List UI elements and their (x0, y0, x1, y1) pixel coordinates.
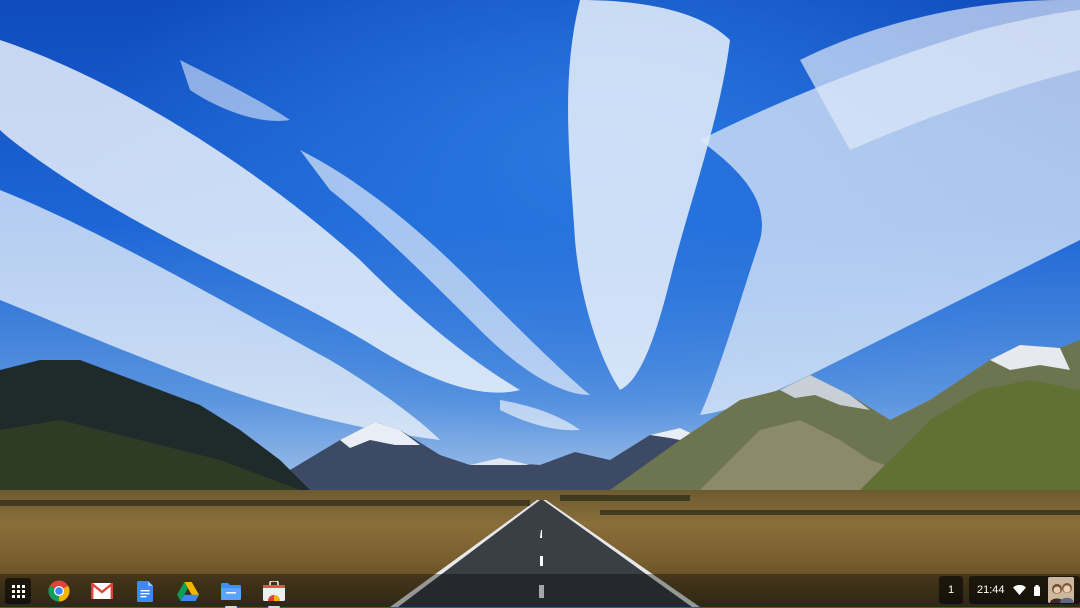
wallpaper-clouds (0, 0, 1080, 440)
web-store-app-button[interactable] (262, 579, 286, 608)
docs-app-button[interactable] (133, 579, 157, 603)
docs-icon (137, 580, 153, 602)
app-launcher-button[interactable] (5, 578, 31, 604)
wifi-icon (1012, 585, 1026, 595)
wallpaper-scene (0, 0, 1080, 607)
chrome-icon (48, 580, 70, 602)
ime-indicator-label: 1 (947, 584, 955, 596)
desktop-wallpaper (0, 0, 1080, 607)
app-launcher-icon (11, 584, 25, 598)
web-store-icon (263, 581, 285, 601)
status-area-button[interactable]: 21:44 (969, 576, 1080, 604)
chrome-app-button[interactable] (47, 579, 71, 603)
files-icon (221, 582, 241, 600)
drive-icon (177, 581, 199, 601)
drive-app-button[interactable] (176, 579, 200, 603)
shelf: 1 21:44 (0, 574, 1080, 608)
clock-label: 21:44 (977, 584, 1005, 596)
gmail-app-button[interactable] (90, 579, 114, 603)
files-app-button[interactable] (219, 579, 243, 608)
user-avatar-icon (1047, 577, 1074, 603)
gmail-icon (91, 583, 113, 599)
battery-icon (1033, 584, 1040, 596)
ime-indicator-button[interactable]: 1 (939, 576, 963, 604)
